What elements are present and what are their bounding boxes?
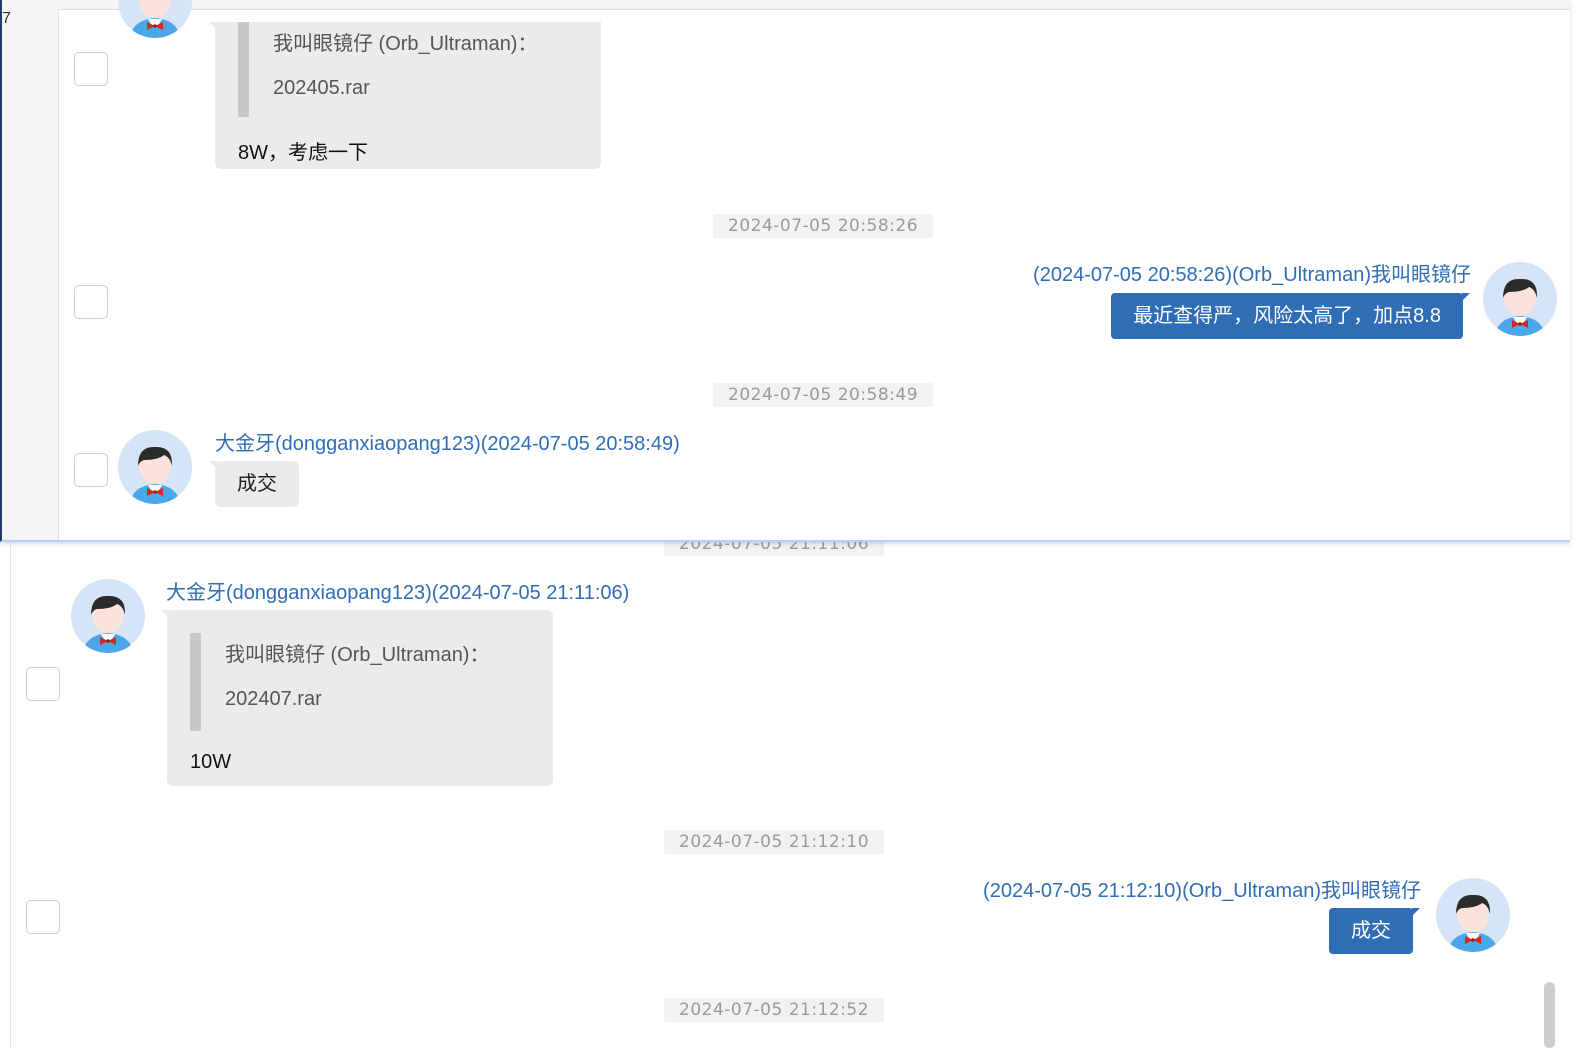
quote-header: 我叫眼镜仔 (Orb_Ultraman)： <box>273 33 538 55</box>
message-bubble-incoming-0: 我叫眼镜仔 (Orb_Ultraman)： 202405.rar 8W，考虑一下 <box>209 22 601 169</box>
message-bubble-incoming-1: 成交 <box>209 461 299 507</box>
sender-line-outgoing-2: (2024-07-05 21:12:10)(Orb_Ultraman)我叫眼镜仔 <box>983 880 1421 902</box>
corner-mark: 7 <box>2 10 11 27</box>
reply-text: 8W，考虑一下 <box>238 142 368 164</box>
quote-file-name[interactable]: 202407.rar <box>201 677 489 721</box>
sender-line-incoming-1: 大金牙(dongganxiaopang123)(2024-07-05 20:58… <box>215 433 680 455</box>
sender-line-incoming-2: 大金牙(dongganxiaopang123)(2024-07-05 21:11… <box>166 582 630 604</box>
person-icon <box>1483 262 1557 336</box>
quoted-message: 我叫眼镜仔 (Orb_Ultraman)： 202407.rar <box>190 633 489 731</box>
avatar-outgoing-1 <box>1483 262 1557 336</box>
person-icon <box>71 579 145 653</box>
chat-history-window: 7 我叫眼镜仔 (Orb_Ultraman)： 202405.rar 8W，考虑… <box>0 0 1570 542</box>
message-bubble-outgoing-2: 成交 <box>1329 908 1420 954</box>
select-checkbox-outgoing-1[interactable] <box>74 285 108 319</box>
quote-header: 我叫眼镜仔 (Orb_Ultraman)： <box>225 644 490 666</box>
person-icon <box>1436 878 1510 952</box>
select-checkbox-outgoing-2[interactable] <box>26 900 60 934</box>
timestamp-chip-3: 2024-07-05 21:12:10 <box>664 830 885 854</box>
timestamp-chip-1: 2024-07-05 20:58:26 <box>713 214 934 238</box>
select-checkbox-incoming-1[interactable] <box>74 453 108 487</box>
select-checkbox-incoming-0[interactable] <box>74 52 108 86</box>
select-checkbox-incoming-2[interactable] <box>26 667 60 701</box>
scrollbar-thumb[interactable] <box>1544 982 1555 1048</box>
message-bubble-outgoing-1: 最近查得严，风险太高了，加点8.8 <box>1111 293 1470 339</box>
reply-text: 10W <box>190 751 232 773</box>
sender-line-outgoing-1: (2024-07-05 20:58:26)(Orb_Ultraman)我叫眼镜仔 <box>1033 264 1471 286</box>
quote-file-name[interactable]: 202405.rar <box>249 66 537 110</box>
avatar-incoming-2 <box>71 579 145 653</box>
quoted-message: 我叫眼镜仔 (Orb_Ultraman)： 202405.rar <box>238 22 537 117</box>
avatar-outgoing-2 <box>1436 878 1510 952</box>
timestamp-chip-2: 2024-07-05 20:58:49 <box>713 383 934 407</box>
timestamp-chip-4: 2024-07-05 21:12:52 <box>664 998 885 1022</box>
message-bubble-incoming-2: 我叫眼镜仔 (Orb_Ultraman)： 202407.rar 10W <box>161 610 553 786</box>
avatar-incoming-1 <box>118 430 192 504</box>
person-icon <box>118 430 192 504</box>
